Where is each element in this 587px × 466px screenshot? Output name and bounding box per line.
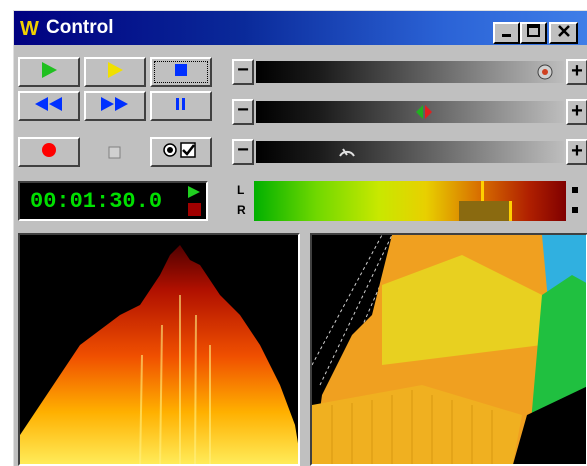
time-display: 00:01:30.0 — [18, 181, 208, 221]
stop-button[interactable] — [150, 57, 212, 87]
minimize-button[interactable] — [493, 22, 520, 44]
vu-left-label: L — [237, 183, 245, 197]
vu-right-fill — [459, 201, 509, 221]
close-button[interactable] — [549, 22, 578, 44]
play-yellow-icon — [106, 61, 124, 84]
title-bar[interactable]: W Control — [14, 11, 587, 45]
window-title: Control — [46, 17, 114, 38]
disabled-square-icon — [108, 146, 122, 165]
play-icon — [40, 61, 58, 84]
play-selection-button[interactable] — [84, 57, 146, 87]
vu-channel-labels: L R — [232, 181, 252, 221]
loop-button[interactable] — [150, 137, 212, 167]
speed-minus-button[interactable]: − — [232, 139, 254, 165]
spectrum-3d-graphic — [312, 235, 586, 464]
spectrogram-graphic — [20, 245, 298, 464]
stop-icon — [174, 63, 188, 82]
record-icon — [40, 141, 58, 164]
vu-right-peak — [509, 201, 512, 221]
control-window: W Control − + − + − + 00:01:30.0 L R — [13, 10, 587, 466]
fast-forward-icon — [100, 96, 130, 117]
volume-knob-icon[interactable] — [535, 62, 555, 82]
vu-level-bar — [254, 181, 566, 221]
volume-track[interactable] — [256, 61, 564, 83]
balance-icon[interactable] — [414, 102, 434, 122]
balance-plus-button[interactable]: + — [566, 99, 587, 125]
maximize-button[interactable] — [520, 22, 547, 44]
speed-track[interactable] — [256, 141, 564, 163]
time-readout: 00:01:30.0 — [30, 189, 163, 214]
spectrum-3d-panel — [310, 233, 587, 466]
pause-icon — [175, 97, 187, 116]
rewind-button[interactable] — [18, 91, 80, 121]
app-logo-icon: W — [20, 18, 39, 40]
volume-plus-button[interactable]: + — [566, 59, 587, 85]
speed-slider[interactable]: − + — [232, 137, 587, 167]
vu-indicator-bottom — [572, 207, 578, 213]
vu-left-peak — [481, 181, 484, 201]
close-icon — [557, 25, 571, 42]
speed-icon[interactable] — [337, 142, 357, 162]
volume-slider[interactable]: − + — [232, 57, 587, 87]
play-button[interactable] — [18, 57, 80, 87]
record-status-icon — [188, 203, 202, 222]
minimize-icon — [501, 25, 513, 42]
vu-indicator-top — [572, 187, 578, 193]
balance-track[interactable] — [256, 101, 564, 123]
speed-plus-button[interactable]: + — [566, 139, 587, 165]
play-status-icon — [186, 185, 202, 204]
vu-right-label: R — [237, 203, 246, 217]
vu-meter: L R — [232, 181, 587, 221]
maximize-icon — [526, 24, 541, 42]
record-button[interactable] — [18, 137, 80, 167]
pause-button[interactable] — [150, 91, 212, 121]
loop-toggle-icon — [161, 141, 201, 164]
spectrogram-panel — [18, 233, 300, 466]
volume-minus-button[interactable]: − — [232, 59, 254, 85]
fast-forward-button[interactable] — [84, 91, 146, 121]
rewind-icon — [34, 96, 64, 117]
balance-slider[interactable]: − + — [232, 97, 587, 127]
balance-minus-button[interactable]: − — [232, 99, 254, 125]
